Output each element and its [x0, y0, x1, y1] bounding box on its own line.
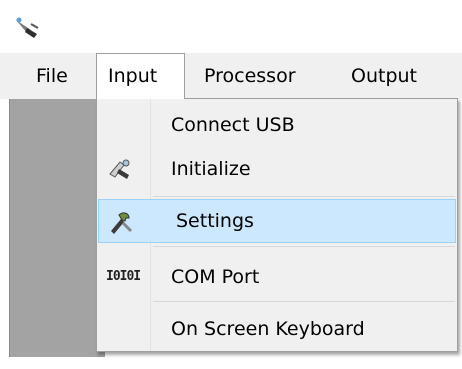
menu-item-label: On Screen Keyboard — [171, 318, 365, 340]
menu-separator — [153, 196, 455, 197]
binary-icon: I0I0I — [106, 269, 141, 284]
input-menu-dropdown: Connect USB Initialize Settings I0I0I CO… — [96, 98, 458, 352]
menu-item-com-port[interactable]: I0I0I COM Port — [98, 255, 456, 299]
menu-item-initialize[interactable]: Initialize — [98, 147, 456, 191]
menu-processor[interactable]: Processor — [193, 53, 307, 99]
menu-item-label: Initialize — [171, 158, 251, 180]
tools-icon — [111, 212, 133, 234]
app-icon — [16, 17, 39, 38]
menu-item-settings[interactable]: Settings — [98, 199, 456, 243]
menu-input[interactable]: Input — [96, 53, 185, 99]
menu-item-connect-usb[interactable]: Connect USB — [98, 103, 456, 147]
menu-bar: File Input Processor Output — [0, 53, 462, 99]
menu-item-label: Settings — [176, 210, 254, 232]
background-panel — [9, 99, 105, 357]
menu-item-on-screen-keyboard[interactable]: On Screen Keyboard — [98, 307, 456, 351]
menu-separator — [153, 301, 455, 302]
title-bar — [0, 0, 462, 50]
menu-item-label: Connect USB — [171, 114, 295, 136]
menu-output[interactable]: Output — [340, 53, 428, 99]
menu-file[interactable]: File — [25, 53, 79, 99]
menu-item-label: COM Port — [171, 266, 260, 288]
pencil-hand-icon — [109, 159, 130, 179]
menu-separator — [153, 246, 455, 247]
